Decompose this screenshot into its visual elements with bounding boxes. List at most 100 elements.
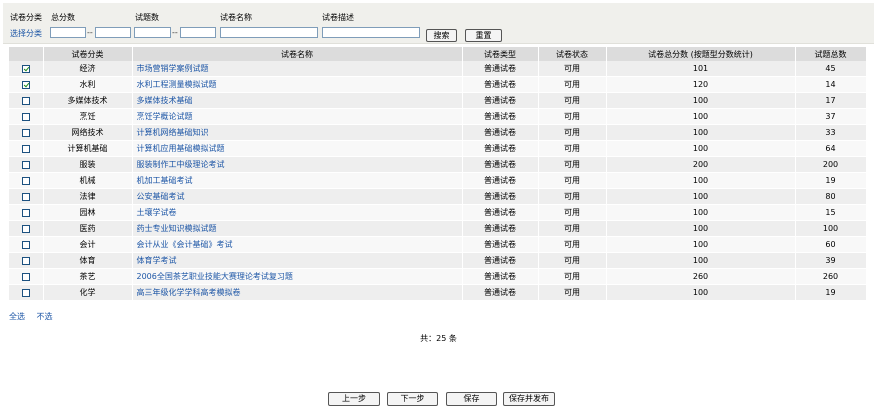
prev-step-button[interactable]: 上一步 <box>328 392 380 406</box>
total-score-max-input[interactable] <box>95 27 131 38</box>
row-paper-name-link[interactable]: 烹饪学概论试题 <box>132 108 463 125</box>
row-checkbox[interactable] <box>21 80 30 89</box>
header-select <box>9 47 44 61</box>
header-paper-status[interactable]: 试卷状态 <box>538 47 607 61</box>
search-button[interactable]: 搜索 <box>426 29 457 42</box>
select-all-link[interactable]: 全选 <box>9 312 25 321</box>
select-category-link[interactable]: 选择分类 <box>10 28 42 39</box>
row-question-count: 60 <box>795 236 867 253</box>
row-select-cell <box>9 76 44 93</box>
paper-name-input[interactable] <box>220 27 318 38</box>
row-paper-type: 普通试卷 <box>462 92 539 109</box>
row-select-cell <box>9 92 44 109</box>
save-button[interactable]: 保存 <box>446 392 497 406</box>
row-checkbox[interactable] <box>21 96 30 105</box>
row-paper-name-link[interactable]: 公安基础考试 <box>132 188 463 205</box>
row-category: 机械 <box>43 172 133 189</box>
row-paper-name-link[interactable]: 水利工程测量模拟试题 <box>132 76 463 93</box>
row-paper-name-link[interactable]: 服装制作工中级理论考试 <box>132 156 463 173</box>
row-paper-type: 普通试卷 <box>462 156 539 173</box>
row-checkbox[interactable] <box>21 144 30 153</box>
paper-name-label: 试卷名称 <box>220 13 252 22</box>
row-question-count: 19 <box>795 172 867 189</box>
question-count-label: 试题数 <box>135 13 159 22</box>
row-question-count: 100 <box>795 220 867 237</box>
row-category: 茶艺 <box>43 268 133 285</box>
row-category: 多媒体技术 <box>43 92 133 109</box>
row-select-cell <box>9 188 44 205</box>
row-paper-type: 普通试卷 <box>462 108 539 125</box>
row-question-count: 200 <box>795 156 867 173</box>
reset-button[interactable]: 重置 <box>465 29 502 42</box>
row-paper-status: 可用 <box>538 172 607 189</box>
row-select-cell <box>9 172 44 189</box>
row-total-score: 260 <box>606 268 796 285</box>
row-paper-status: 可用 <box>538 61 607 77</box>
row-paper-status: 可用 <box>538 252 607 269</box>
row-paper-type: 普通试卷 <box>462 172 539 189</box>
row-category: 园林 <box>43 204 133 221</box>
row-paper-type: 普通试卷 <box>462 204 539 221</box>
row-select-cell <box>9 284 44 301</box>
row-checkbox[interactable] <box>21 112 30 121</box>
row-select-cell <box>9 61 44 77</box>
row-paper-name-link[interactable]: 会计从业《会计基础》考试 <box>132 236 463 253</box>
table-row: 茶艺 2006全国茶艺职业技能大赛理论考试复习题 普通试卷 可用 260 260 <box>9 268 867 285</box>
row-paper-name-link[interactable]: 机加工基础考试 <box>132 172 463 189</box>
row-total-score: 100 <box>606 140 796 157</box>
header-paper-type[interactable]: 试卷类型 <box>462 47 539 61</box>
row-question-count: 17 <box>795 92 867 109</box>
header-paper-name[interactable]: 试卷名称 <box>132 47 463 61</box>
row-paper-status: 可用 <box>538 204 607 221</box>
row-total-score: 120 <box>606 76 796 93</box>
row-category: 水利 <box>43 76 133 93</box>
row-checkbox[interactable] <box>21 288 30 297</box>
row-paper-status: 可用 <box>538 140 607 157</box>
row-paper-status: 可用 <box>538 220 607 237</box>
row-total-score: 100 <box>606 204 796 221</box>
row-paper-name-link[interactable]: 计算机网络基础知识 <box>132 124 463 141</box>
row-total-score: 101 <box>606 61 796 77</box>
row-checkbox[interactable] <box>21 224 30 233</box>
row-total-score: 100 <box>606 284 796 301</box>
row-checkbox[interactable] <box>21 256 30 265</box>
next-step-button[interactable]: 下一步 <box>387 392 438 406</box>
row-paper-name-link[interactable]: 计算机应用基础模拟试题 <box>132 140 463 157</box>
row-checkbox[interactable] <box>21 128 30 137</box>
row-paper-name-link[interactable]: 多媒体技术基础 <box>132 92 463 109</box>
row-category: 服装 <box>43 156 133 173</box>
row-checkbox[interactable] <box>21 272 30 281</box>
row-paper-name-link[interactable]: 体育学考试 <box>132 252 463 269</box>
header-question-count[interactable]: 试题总数 <box>795 47 867 61</box>
row-checkbox[interactable] <box>21 208 30 217</box>
select-none-link[interactable]: 不选 <box>37 312 53 321</box>
table-row: 机械 机加工基础考试 普通试卷 可用 100 19 <box>9 172 867 189</box>
paper-desc-input[interactable] <box>322 27 420 38</box>
table-row: 多媒体技术 多媒体技术基础 普通试卷 可用 100 17 <box>9 92 867 109</box>
row-paper-name-link[interactable]: 高三年级化学学科高考模拟卷 <box>132 284 463 301</box>
row-category: 会计 <box>43 236 133 253</box>
row-paper-name-link[interactable]: 土壤学试卷 <box>132 204 463 221</box>
row-total-score: 100 <box>606 220 796 237</box>
total-score-min-input[interactable] <box>50 27 86 38</box>
question-count-max-input[interactable] <box>180 27 216 38</box>
row-checkbox[interactable] <box>21 240 30 249</box>
save-publish-button[interactable]: 保存并发布 <box>503 392 555 406</box>
row-checkbox[interactable] <box>21 160 30 169</box>
row-checkbox[interactable] <box>21 64 30 73</box>
row-paper-name-link[interactable]: 市场营销学案例试题 <box>132 61 463 77</box>
row-total-score: 200 <box>606 156 796 173</box>
row-checkbox[interactable] <box>21 176 30 185</box>
question-count-min-input[interactable] <box>134 27 171 38</box>
row-question-count: 37 <box>795 108 867 125</box>
row-checkbox[interactable] <box>21 192 30 201</box>
row-total-score: 100 <box>606 172 796 189</box>
row-paper-name-link[interactable]: 药士专业知识模拟试题 <box>132 220 463 237</box>
row-question-count: 45 <box>795 61 867 77</box>
filter-bar: 试卷分类 总分数 试题数 试卷名称 试卷描述 选择分类 -- -- 搜索 重置 <box>3 3 874 44</box>
header-category[interactable]: 试卷分类 <box>43 47 133 61</box>
header-total-score[interactable]: 试卷总分数 (按题型分数统计) <box>606 47 796 61</box>
row-paper-name-link[interactable]: 2006全国茶艺职业技能大赛理论考试复习题 <box>132 268 463 285</box>
row-select-cell <box>9 252 44 269</box>
row-question-count: 64 <box>795 140 867 157</box>
